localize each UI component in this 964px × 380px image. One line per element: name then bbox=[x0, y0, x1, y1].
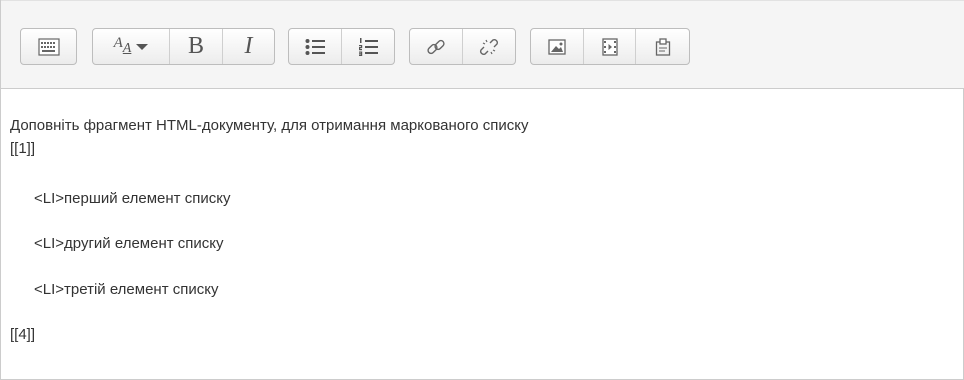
font-style-button[interactable]: A A bbox=[93, 29, 170, 64]
show-more-buttons-icon bbox=[37, 37, 60, 56]
unordered-list-icon bbox=[305, 38, 325, 56]
italic-icon: I bbox=[244, 33, 253, 59]
link-button[interactable] bbox=[410, 29, 463, 64]
bold-icon: B bbox=[187, 33, 204, 59]
list-item-2: <LI>другий елемент списку bbox=[34, 235, 224, 252]
unlink-icon bbox=[479, 37, 499, 57]
font-style-letter-small: A bbox=[122, 40, 132, 56]
ordered-list-button[interactable] bbox=[342, 29, 394, 64]
blank-4: [[4]] bbox=[10, 326, 36, 343]
rich-text-editor: A A B I Доповніть фрагмент HTML-документ… bbox=[0, 0, 964, 380]
chevron-down-icon bbox=[136, 43, 149, 50]
media-button[interactable] bbox=[584, 29, 636, 64]
toolbar-group-lists bbox=[288, 28, 395, 65]
toolbar-group-show-more bbox=[20, 28, 77, 65]
ordered-list-icon bbox=[358, 37, 378, 56]
toolbar-group-media bbox=[530, 28, 690, 65]
toolbar-group-links bbox=[409, 28, 516, 65]
list-item-3: <LI>третій елемент списку bbox=[34, 281, 219, 298]
media-icon bbox=[601, 37, 618, 56]
manage-files-button[interactable] bbox=[636, 29, 689, 64]
font-style-letter: A bbox=[113, 35, 123, 51]
italic-button[interactable]: I bbox=[223, 29, 274, 64]
image-button[interactable] bbox=[531, 29, 584, 64]
manage-files-icon bbox=[655, 37, 671, 56]
bold-button[interactable]: B bbox=[170, 29, 223, 64]
link-icon bbox=[426, 37, 446, 57]
font-style-icon: A A bbox=[113, 35, 149, 56]
image-icon bbox=[548, 38, 566, 55]
toolbar-group-font: A A B I bbox=[92, 28, 275, 65]
blank-1: [[1]] bbox=[10, 140, 36, 157]
instruction-text: Доповніть фрагмент HTML-документу, для о… bbox=[10, 117, 529, 134]
editor-toolbar: A A B I bbox=[1, 0, 964, 89]
show-more-button[interactable] bbox=[21, 29, 76, 64]
list-item-1: <LI>перший елемент списку bbox=[34, 190, 231, 207]
editor-content-area[interactable]: Доповніть фрагмент HTML-документу, для о… bbox=[1, 89, 963, 380]
unordered-list-button[interactable] bbox=[289, 29, 342, 64]
unlink-button[interactable] bbox=[463, 29, 515, 64]
